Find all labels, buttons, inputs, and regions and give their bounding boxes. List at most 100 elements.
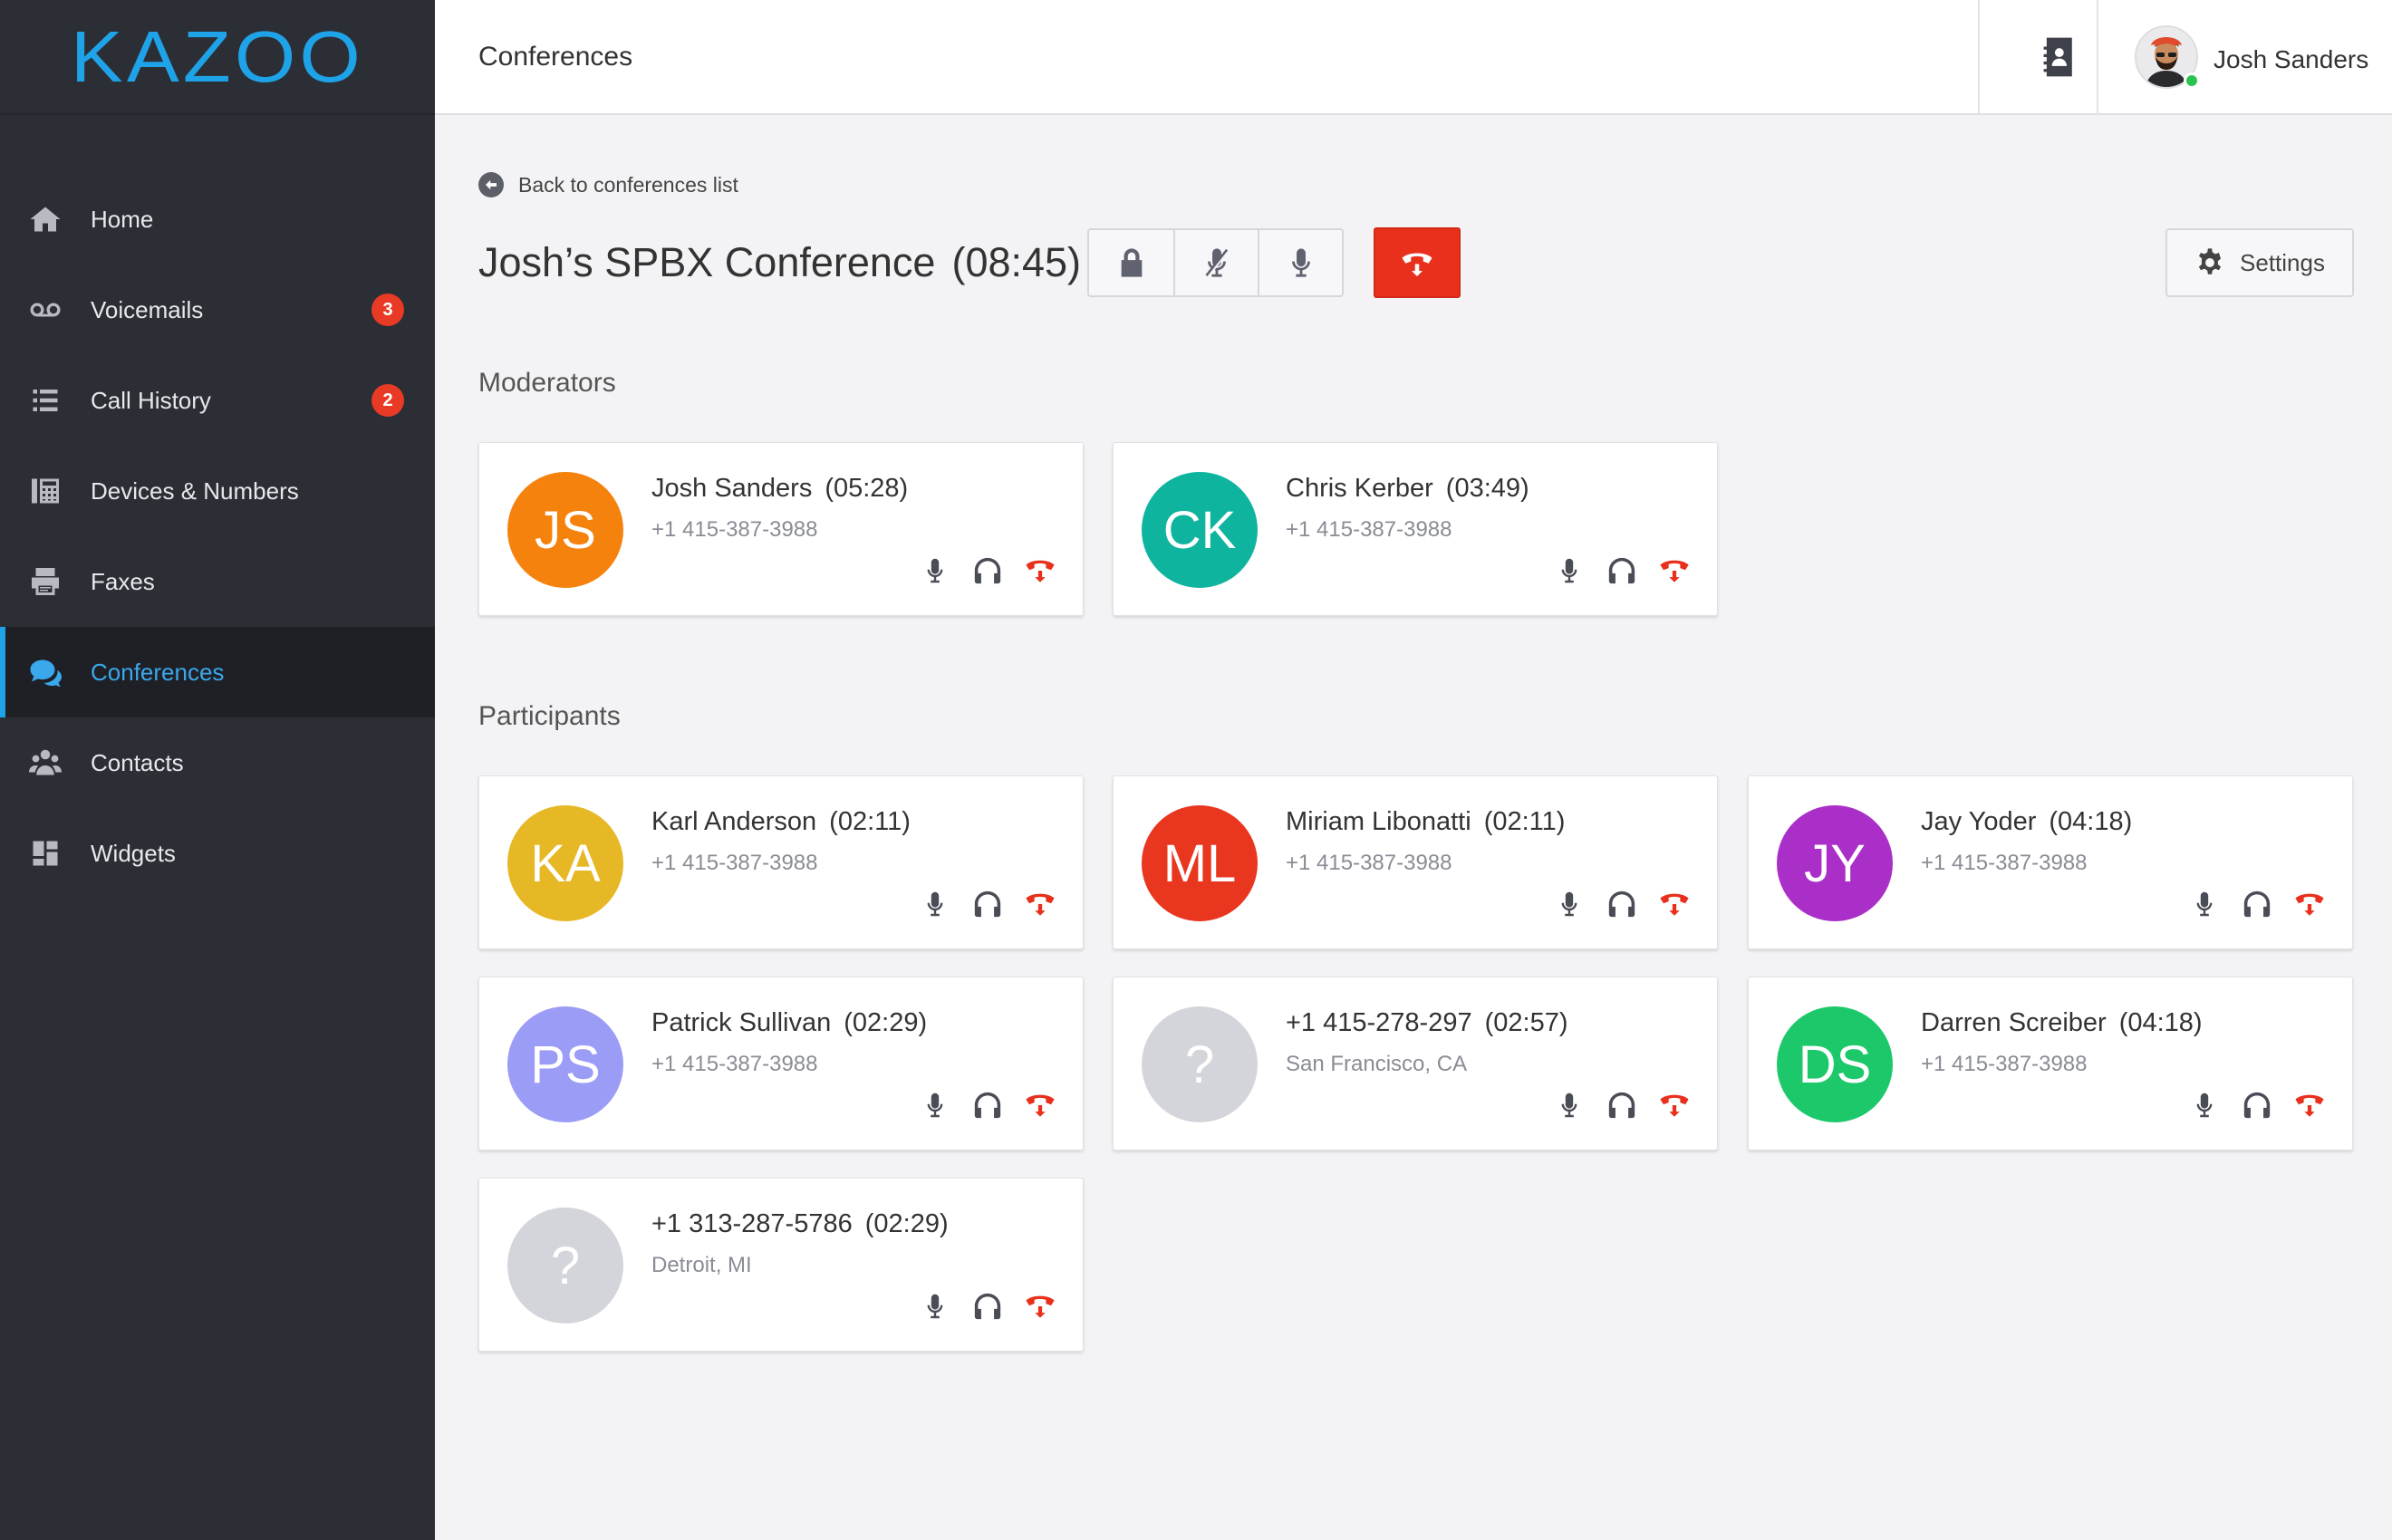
sidebar-item-home[interactable]: Home bbox=[0, 174, 435, 265]
deafen-participant-button[interactable] bbox=[972, 555, 1003, 586]
avatar: ? bbox=[1142, 1006, 1258, 1122]
sidebar-item-devices-numbers[interactable]: Devices & Numbers bbox=[0, 446, 435, 536]
participant-name-line: +1 313-287-5786 (02:29) bbox=[651, 1209, 949, 1239]
deafen-participant-button[interactable] bbox=[1606, 889, 1637, 919]
gear-icon bbox=[2198, 248, 2222, 274]
kick-participant-button[interactable] bbox=[1659, 889, 1690, 919]
avatar: DS bbox=[1777, 1006, 1893, 1122]
participant-duration: (04:18) bbox=[2049, 807, 2133, 836]
participant-name-line: Josh Sanders (05:28) bbox=[651, 474, 908, 504]
deafen-participant-button[interactable] bbox=[972, 1291, 1003, 1322]
microphone-icon bbox=[927, 558, 943, 583]
sidebar-item-call-history[interactable]: Call History 2 bbox=[0, 355, 435, 446]
participant-duration: (03:49) bbox=[1445, 474, 1529, 503]
participant-number: San Francisco, CA bbox=[1286, 1052, 1468, 1076]
mute-participant-button[interactable] bbox=[920, 1090, 950, 1121]
lock-conference-button[interactable] bbox=[1089, 230, 1173, 295]
participant-actions bbox=[898, 889, 1056, 919]
participant-actions bbox=[898, 555, 1056, 586]
hangup-icon bbox=[1026, 893, 1055, 916]
settings-button[interactable]: Settings bbox=[2165, 228, 2354, 297]
kick-participant-button[interactable] bbox=[1659, 555, 1690, 586]
participant-name: Chris Kerber bbox=[1286, 474, 1433, 503]
mute-participant-button[interactable] bbox=[1554, 1090, 1585, 1121]
list-icon bbox=[27, 382, 63, 419]
mute-participant-button[interactable] bbox=[920, 1291, 950, 1322]
kick-participant-button[interactable] bbox=[1025, 1291, 1056, 1322]
sidebar-item-faxes[interactable]: Faxes bbox=[0, 536, 435, 627]
avatar: KA bbox=[507, 805, 623, 921]
participant-number: +1 415-387-3988 bbox=[1286, 851, 1452, 875]
kick-participant-button[interactable] bbox=[1025, 555, 1056, 586]
participant-name: Karl Anderson bbox=[651, 807, 817, 836]
microphone-icon bbox=[1561, 1092, 1577, 1118]
mute-participant-button[interactable] bbox=[2189, 889, 2220, 919]
kick-participant-button[interactable] bbox=[2294, 889, 2325, 919]
sidebar-item-label: Call History bbox=[91, 386, 211, 414]
participant-duration: (02:11) bbox=[1483, 807, 1566, 836]
mute-participant-button[interactable] bbox=[920, 555, 950, 586]
lock-icon bbox=[1121, 248, 1142, 277]
mute-participant-button[interactable] bbox=[1554, 555, 1585, 586]
participants-heading: Participants bbox=[478, 701, 621, 731]
participant-duration: (02:29) bbox=[864, 1209, 949, 1238]
mute-participant-button[interactable] bbox=[2189, 1090, 2220, 1121]
deafen-participant-button[interactable] bbox=[1606, 1090, 1637, 1121]
phonebook-button[interactable] bbox=[2039, 34, 2079, 80]
sidebar-item-conferences[interactable]: Conferences bbox=[0, 627, 435, 717]
participant-duration: (04:18) bbox=[2118, 1008, 2203, 1037]
participant-actions bbox=[898, 1291, 1056, 1322]
kazoo-logo[interactable]: KAZOO bbox=[71, 15, 364, 99]
participant-duration: (02:11) bbox=[829, 807, 911, 836]
participant-name: Darren Screiber bbox=[1921, 1008, 2107, 1037]
back-to-conferences-link[interactable]: Back to conferences list bbox=[478, 172, 738, 197]
deafen-participant-button[interactable] bbox=[1606, 555, 1637, 586]
kick-participant-button[interactable] bbox=[1659, 1090, 1690, 1121]
chat-bubbles-icon bbox=[27, 654, 63, 690]
deafen-participant-button[interactable] bbox=[972, 889, 1003, 919]
avatar: PS bbox=[507, 1006, 623, 1122]
participant-name: +1 313-287-5786 bbox=[651, 1209, 853, 1238]
participant-actions bbox=[1532, 889, 1690, 919]
home-icon bbox=[27, 201, 63, 237]
participant-number: +1 415-387-3988 bbox=[651, 517, 818, 542]
participant-actions bbox=[1532, 1090, 1690, 1121]
participant-number: Detroit, MI bbox=[651, 1253, 752, 1277]
settings-label: Settings bbox=[2240, 248, 2325, 276]
sidebar-item-widgets[interactable]: Widgets bbox=[0, 808, 435, 899]
kick-participant-button[interactable] bbox=[1025, 889, 1056, 919]
participant-name: Patrick Sullivan bbox=[651, 1008, 832, 1037]
sidebar-item-contacts[interactable]: Contacts bbox=[0, 717, 435, 808]
end-conference-button[interactable] bbox=[1374, 227, 1461, 298]
deafen-participant-button[interactable] bbox=[972, 1090, 1003, 1121]
deafen-participant-button[interactable] bbox=[2242, 889, 2272, 919]
sidebar-item-label: Home bbox=[91, 205, 154, 233]
kick-participant-button[interactable] bbox=[1025, 1090, 1056, 1121]
user-name[interactable]: Josh Sanders bbox=[2214, 45, 2368, 74]
participant-actions bbox=[2167, 889, 2325, 919]
unmute-all-button[interactable] bbox=[1258, 230, 1342, 295]
mute-all-button[interactable] bbox=[1173, 230, 1258, 295]
kick-participant-button[interactable] bbox=[2294, 1090, 2325, 1121]
microphone-icon bbox=[927, 1092, 943, 1118]
participant-name-line: +1 415-278-297 (02:57) bbox=[1286, 1008, 1567, 1038]
microphone-icon bbox=[2196, 1092, 2213, 1118]
participant-card: JS Josh Sanders (05:28) +1 415-387-3988 bbox=[478, 442, 1084, 616]
sidebar-item-label: Contacts bbox=[91, 748, 184, 776]
mute-participant-button[interactable] bbox=[1554, 889, 1585, 919]
participant-card: DS Darren Screiber (04:18) +1 415-387-3988 bbox=[1748, 977, 2353, 1150]
avatar: JY bbox=[1777, 805, 1893, 921]
headphones-icon bbox=[2243, 890, 2271, 918]
sidebar-item-voicemails[interactable]: Voicemails 3 bbox=[0, 265, 435, 355]
deafen-participant-button[interactable] bbox=[2242, 1090, 2272, 1121]
participant-name: Josh Sanders bbox=[651, 474, 813, 503]
microphone-icon bbox=[2196, 891, 2213, 917]
participant-number: +1 415-387-3988 bbox=[1921, 851, 2088, 875]
participant-name-line: Darren Screiber (04:18) bbox=[1921, 1008, 2203, 1038]
page-title: Conferences bbox=[478, 42, 633, 72]
participant-name: +1 415-278-297 bbox=[1286, 1008, 1472, 1037]
hangup-icon bbox=[1660, 893, 1689, 916]
mute-participant-button[interactable] bbox=[920, 889, 950, 919]
microphone-icon bbox=[927, 1294, 943, 1319]
participant-number: +1 415-387-3988 bbox=[651, 851, 818, 875]
